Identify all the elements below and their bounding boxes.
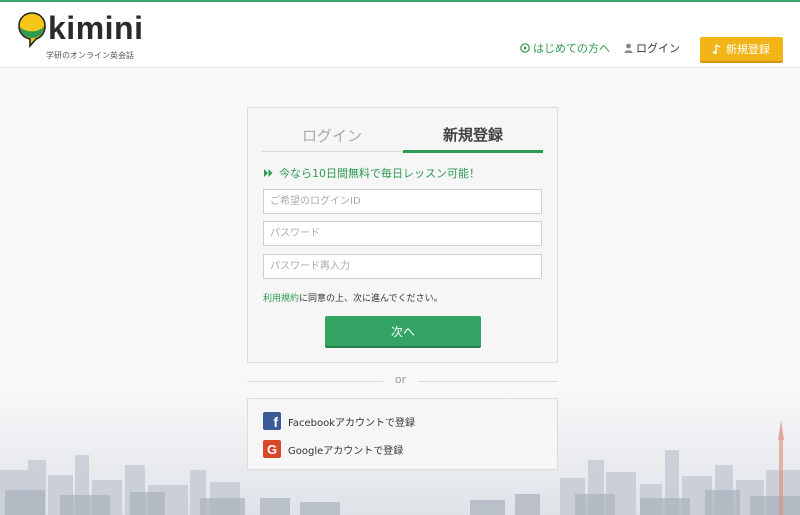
header-signup-label: 新規登録 xyxy=(726,43,770,56)
google-signup-label: Googleアカウントで登録 xyxy=(288,445,404,457)
nav-login-label: ログイン xyxy=(636,42,680,55)
password-field[interactable] xyxy=(263,221,542,246)
password-confirm-field[interactable] xyxy=(263,254,542,279)
terms-text: に同意の上、次に進んでください。 xyxy=(299,294,443,304)
tab-signup[interactable]: 新規登録 xyxy=(403,118,543,153)
logo-tagline: 学研のオンライン英会話 xyxy=(46,51,134,60)
tab-login[interactable]: ログイン xyxy=(262,118,402,152)
login-id-field[interactable] xyxy=(263,189,542,214)
nav-login-link[interactable]: ログイン xyxy=(624,36,680,60)
double-arrow-icon xyxy=(264,169,273,177)
or-divider-left xyxy=(247,381,383,382)
google-icon: G xyxy=(263,440,281,458)
facebook-signup-label: Facebookアカウントで登録 xyxy=(288,417,415,429)
or-divider-right xyxy=(418,381,558,382)
google-signup-button[interactable]: G Googleアカウントで登録 xyxy=(263,439,403,459)
facebook-icon: f xyxy=(263,412,281,430)
promo-text: 今なら10日間無料で毎日レッスン可能！ xyxy=(279,167,480,180)
free-trial-promo: 今なら10日間無料で毎日レッスン可能！ xyxy=(264,165,480,181)
signup-card: ログイン 新規登録 今なら10日間無料で毎日レッスン可能！ 利用規約に同意の上、… xyxy=(247,107,558,363)
nav-first-time-link[interactable]: はじめての方へ xyxy=(520,36,610,60)
or-divider-text: or xyxy=(394,373,407,386)
music-note-icon xyxy=(713,43,721,55)
kimini-logo[interactable]: kimini 学研のオンライン英会話 xyxy=(18,10,148,62)
facebook-signup-button[interactable]: f Facebookアカウントで登録 xyxy=(263,411,415,431)
site-header: kimini 学研のオンライン英会話 はじめての方へ ログイン 新規登録 xyxy=(0,2,800,68)
header-signup-button[interactable]: 新規登録 xyxy=(700,37,783,61)
play-circle-icon xyxy=(520,43,530,53)
terms-link[interactable]: 利用規約 xyxy=(263,294,299,304)
social-signup-card: f Facebookアカウントで登録 G Googleアカウントで登録 xyxy=(247,398,558,470)
logo-speech-bubble-icon xyxy=(18,12,46,48)
terms-notice: 利用規約に同意の上、次に進んでください。 xyxy=(263,291,443,304)
nav-first-time-label: はじめての方へ xyxy=(533,42,610,55)
auth-tabs: ログイン 新規登録 xyxy=(262,118,543,153)
next-button[interactable]: 次へ xyxy=(325,316,481,346)
logo-wordmark: kimini xyxy=(48,10,144,46)
person-icon xyxy=(624,43,633,53)
